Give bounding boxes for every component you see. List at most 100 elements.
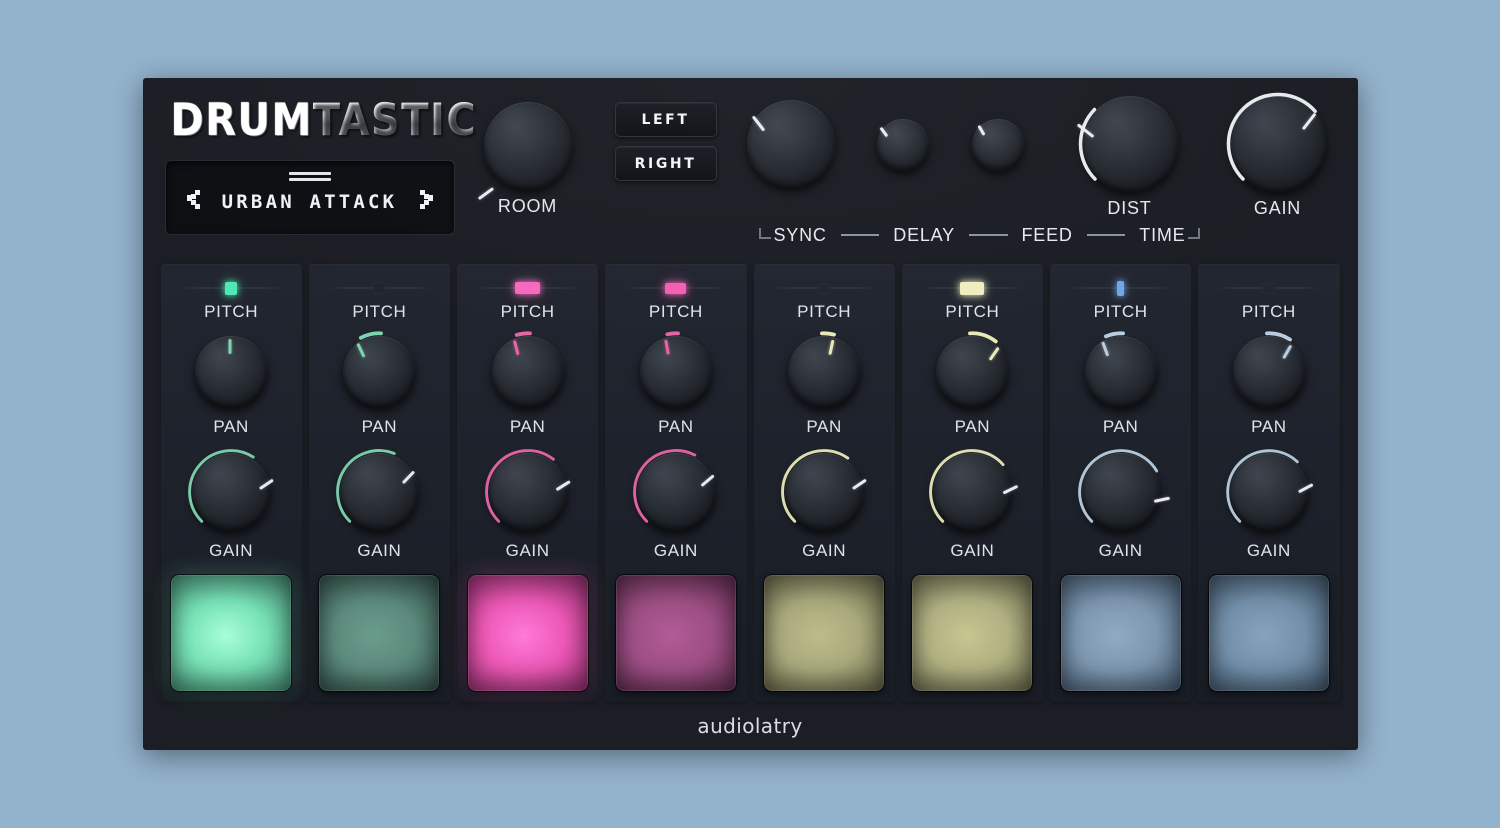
- gain-label: GAIN: [1098, 541, 1143, 560]
- pitch-slider-handle[interactable]: [373, 282, 386, 294]
- channel-strip-1: PITCH PAN GAIN: [160, 264, 302, 702]
- drum-pad-surface: [171, 575, 292, 691]
- pitch-slider-2[interactable]: [326, 280, 432, 296]
- drum-pad-surface: [615, 575, 736, 691]
- pitch-label: PITCH: [1093, 302, 1148, 321]
- footer-brand: audiolatry: [697, 714, 803, 738]
- preset-lines-icon: [288, 172, 331, 184]
- drum-pad-1[interactable]: [171, 575, 292, 691]
- sync-left-button[interactable]: LEFT: [614, 102, 717, 137]
- pitch-slider-5[interactable]: [771, 280, 877, 296]
- master-gain-control: GAIN: [1218, 92, 1338, 219]
- gain-knob-7[interactable]: [1077, 449, 1171, 535]
- channel-strip-7: PITCH PAN GAIN: [1050, 264, 1192, 702]
- pitch-slider-7[interactable]: [1068, 280, 1174, 296]
- drum-pad-5[interactable]: [764, 575, 885, 691]
- pitch-slider-handle[interactable]: [225, 281, 238, 295]
- footer: audiolatry: [143, 702, 1358, 750]
- channel-strip-row: PITCH PAN GAIN PITCH PAN GAIN PITCH PAN GAIN PITC…: [160, 264, 1340, 702]
- drum-pad-2[interactable]: [319, 575, 440, 691]
- time-label: TIME: [1139, 224, 1186, 245]
- pan-label: PAN: [509, 417, 546, 436]
- gain-knob-2[interactable]: [336, 449, 423, 535]
- drum-pad-surface: [319, 575, 440, 691]
- logo-secondary: TASTIC: [312, 94, 478, 147]
- feed-knob[interactable]: [872, 115, 933, 175]
- gain-knob-5[interactable]: [781, 449, 868, 535]
- gain-knob-3[interactable]: [484, 449, 571, 535]
- time-control: [963, 115, 1033, 175]
- channel-strip-4: PITCH PAN GAIN: [605, 264, 747, 702]
- pan-knob-3[interactable]: [487, 331, 568, 412]
- feed-control: [868, 115, 938, 175]
- sync-buttons: LEFT RIGHT: [614, 102, 717, 181]
- pitch-slider-handle[interactable]: [515, 282, 541, 294]
- channel-strip-5: PITCH PAN GAIN: [753, 264, 895, 702]
- drum-pad-surface: [912, 575, 1033, 691]
- delay-knob[interactable]: [742, 96, 839, 192]
- pan-knob-6[interactable]: [932, 331, 1013, 412]
- pitch-slider-handle[interactable]: [665, 282, 687, 294]
- gain-knob-4[interactable]: [632, 449, 719, 535]
- pan-knob-5[interactable]: [784, 331, 865, 412]
- drum-pad-4[interactable]: [615, 575, 736, 691]
- drum-pad-3[interactable]: [467, 575, 588, 691]
- dist-label: DIST: [1107, 198, 1152, 218]
- room-control: ROOM: [473, 98, 583, 217]
- pan-knob-7[interactable]: [1080, 331, 1161, 412]
- drum-pad-surface: [1060, 575, 1181, 691]
- pitch-slider-handle[interactable]: [817, 282, 832, 294]
- pitch-label: PITCH: [945, 302, 1000, 321]
- preset-name[interactable]: URBAN ATTACK: [208, 183, 412, 213]
- gain-knob-1[interactable]: [188, 449, 275, 535]
- pan-knob-4[interactable]: [635, 331, 716, 412]
- pan-knob-1[interactable]: [191, 332, 272, 412]
- pan-label: PAN: [1102, 417, 1139, 436]
- drum-pad-8[interactable]: [1208, 575, 1329, 691]
- pan-knob-2[interactable]: [339, 331, 420, 412]
- pan-label: PAN: [806, 417, 842, 436]
- preset-prev-button[interactable]: [182, 183, 208, 213]
- pitch-label: PITCH: [797, 302, 852, 321]
- dist-knob[interactable]: [1076, 92, 1182, 196]
- pitch-slider-handle[interactable]: [1117, 280, 1125, 296]
- feed-label: FEED: [1021, 224, 1073, 245]
- pitch-slider-1[interactable]: [178, 280, 284, 296]
- preset-display[interactable]: URBAN ATTACK: [164, 160, 455, 235]
- drum-pad-surface: [467, 575, 588, 691]
- pitch-label: PITCH: [204, 302, 259, 321]
- sync-right-button[interactable]: RIGHT: [614, 146, 717, 181]
- master-gain-knob[interactable]: [1225, 92, 1330, 196]
- pitch-slider-6[interactable]: [919, 280, 1025, 296]
- gain-knob-8[interactable]: [1225, 449, 1314, 535]
- channel-strip-3: PITCH PAN GAIN: [457, 264, 599, 702]
- master-controls: ROOM LEFT RIGHT SYNC DELAY FEED TIME DIS…: [473, 92, 1340, 254]
- room-knob[interactable]: [477, 98, 576, 201]
- pitch-slider-4[interactable]: [623, 280, 729, 296]
- drum-pad-7[interactable]: [1060, 575, 1181, 691]
- time-knob[interactable]: [967, 115, 1028, 175]
- dist-control: DIST: [1070, 92, 1190, 219]
- delay-control: [736, 96, 846, 192]
- gain-knob-6[interactable]: [929, 449, 1019, 535]
- plugin-window: DRUMTASTIC URBAN ATTACK ROOM LEFT RIGHT …: [142, 78, 1358, 750]
- pitch-slider-3[interactable]: [475, 280, 581, 296]
- app-logo: DRUMTASTIC: [165, 98, 476, 143]
- pitch-slider-8[interactable]: [1216, 280, 1322, 296]
- channel-strip-8: PITCH PAN GAIN: [1198, 264, 1340, 702]
- preset-next-button[interactable]: [412, 183, 438, 213]
- pitch-slider-handle[interactable]: [1262, 282, 1276, 294]
- pan-label: PAN: [1251, 417, 1287, 436]
- bracket-line: [840, 233, 880, 236]
- gain-label: GAIN: [1246, 541, 1291, 560]
- bracket-line: [968, 233, 1008, 236]
- gain-label: GAIN: [505, 541, 550, 560]
- top-bar: DRUMTASTIC URBAN ATTACK ROOM LEFT RIGHT …: [143, 78, 1358, 264]
- pan-knob-8[interactable]: [1228, 331, 1309, 412]
- delay-label: DELAY: [893, 224, 955, 245]
- pitch-slider-handle[interactable]: [960, 281, 985, 295]
- pitch-label: PITCH: [500, 302, 555, 321]
- gain-label: GAIN: [357, 541, 402, 560]
- master-gain-label: GAIN: [1253, 198, 1302, 218]
- drum-pad-6[interactable]: [912, 575, 1033, 691]
